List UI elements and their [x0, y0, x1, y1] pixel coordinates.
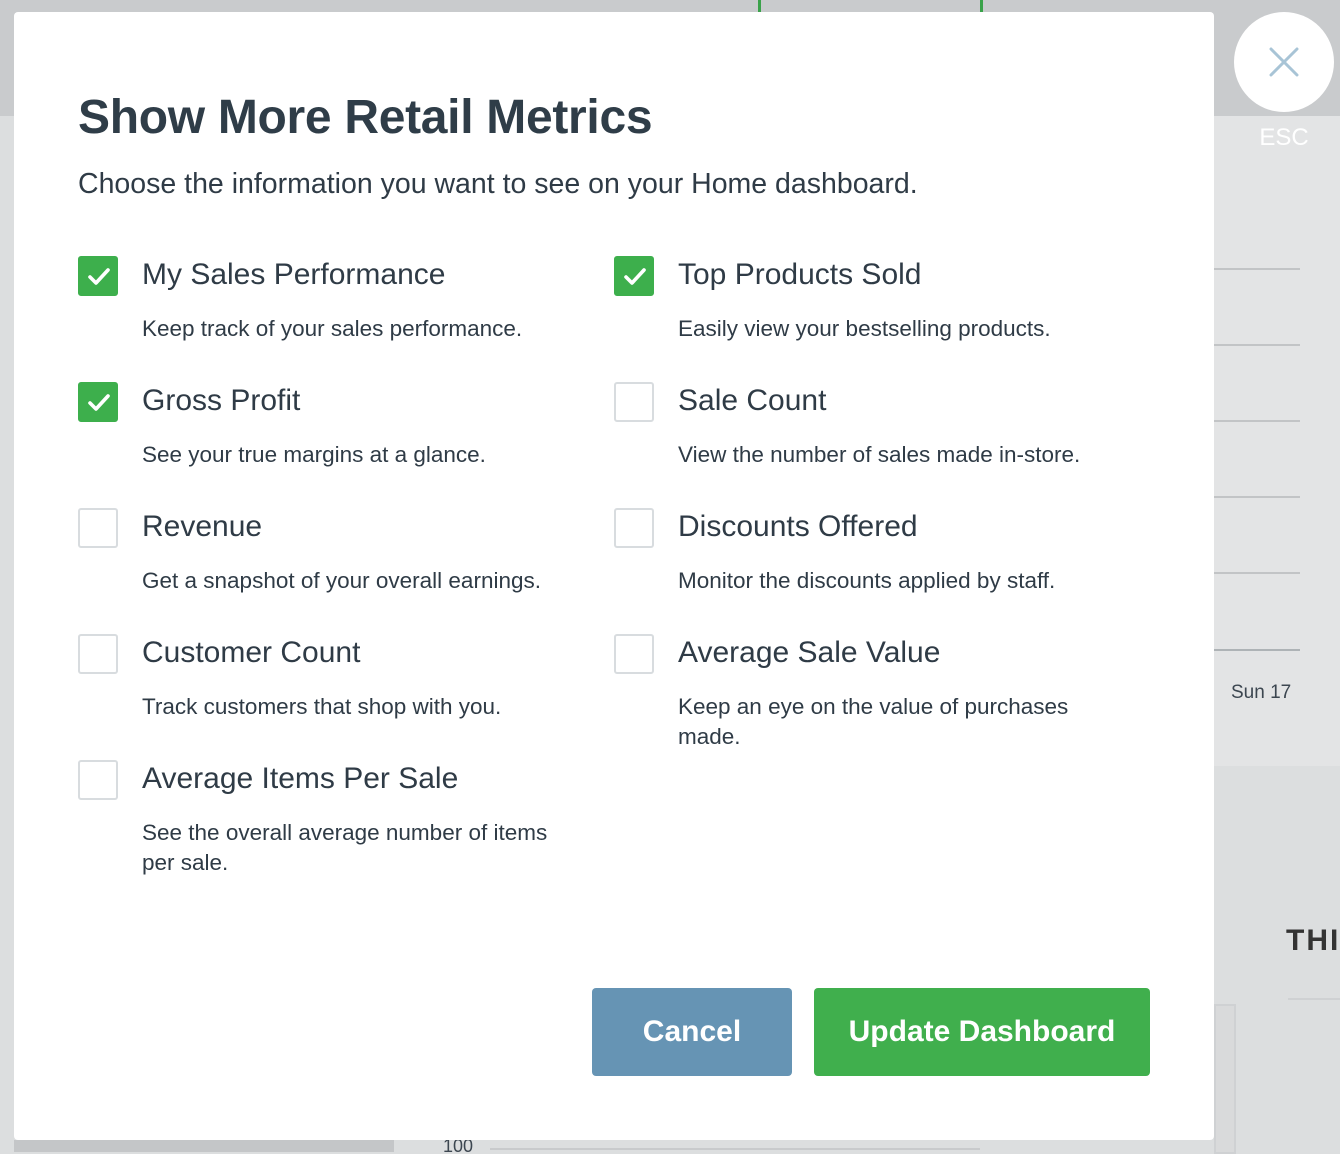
metric-label: Discounts Offered — [678, 510, 918, 543]
metric-description: Keep track of your sales performance. — [142, 316, 523, 341]
metric-description: See your true margins at a glance. — [142, 442, 486, 467]
background-chart-date: Sun 17 — [1231, 682, 1292, 703]
metric-description: View the number of sales made in-store. — [678, 442, 1081, 467]
check-icon — [88, 268, 110, 285]
background-accent-line — [980, 0, 983, 12]
background-gridline — [1214, 268, 1300, 270]
metric-label: Average Items Per Sale — [142, 762, 459, 795]
background-gridline — [1214, 420, 1300, 422]
background-card — [1214, 1004, 1236, 1154]
background-gridline — [1214, 649, 1300, 651]
retail-metrics-modal: Show More Retail Metrics Choose the info… — [14, 12, 1214, 1140]
background-section-heading: THI — [1286, 924, 1340, 957]
check-icon — [624, 268, 646, 285]
metric-checkbox[interactable] — [614, 634, 654, 674]
close-button[interactable] — [1234, 12, 1334, 112]
background-gridline — [1214, 344, 1300, 346]
modal-title: Show More Retail Metrics — [78, 91, 653, 144]
metric-description: Keep an eye on the value of purchases ma… — [678, 694, 1069, 749]
esc-label: ESC — [1259, 124, 1309, 151]
metric-description: Easily view your bestselling products. — [678, 316, 1051, 341]
metric-label: Gross Profit — [142, 384, 301, 417]
modal-subtitle: Choose the information you want to see o… — [78, 168, 918, 200]
metric-checkbox[interactable] — [78, 256, 118, 296]
metric-label: Top Products Sold — [678, 258, 922, 291]
check-icon — [88, 394, 110, 411]
background-chart-panel — [1214, 116, 1340, 766]
update-dashboard-button[interactable]: Update Dashboard — [814, 988, 1150, 1076]
background-accent-line — [758, 0, 761, 12]
metric-checkbox[interactable] — [78, 760, 118, 800]
metric-label: Average Sale Value — [678, 636, 941, 669]
metric-description: See the overall average number of items … — [142, 820, 548, 875]
background-gridline — [1214, 572, 1300, 574]
metric-label: My Sales Performance — [142, 258, 446, 291]
background-scrollbar — [14, 1140, 394, 1152]
metric-label: Revenue — [142, 510, 263, 543]
metric-label: Customer Count — [142, 636, 361, 669]
metric-checkbox[interactable] — [614, 256, 654, 296]
metric-checkbox[interactable] — [78, 634, 118, 674]
metric-description: Track customers that shop with you. — [142, 694, 502, 719]
background-gridline — [1214, 496, 1300, 498]
metric-label: Sale Count — [678, 384, 827, 417]
metric-checkbox[interactable] — [78, 382, 118, 422]
metric-description: Get a snapshot of your overall earnings. — [142, 568, 541, 593]
metric-checkbox[interactable] — [614, 508, 654, 548]
metric-checkbox[interactable] — [614, 382, 654, 422]
metric-description: Monitor the discounts applied by staff. — [678, 568, 1056, 593]
background-gridline — [1288, 998, 1340, 1000]
cancel-button[interactable]: Cancel — [592, 988, 792, 1076]
background-gridline — [490, 1148, 980, 1150]
metric-checkbox[interactable] — [78, 508, 118, 548]
close-icon — [1269, 47, 1299, 77]
